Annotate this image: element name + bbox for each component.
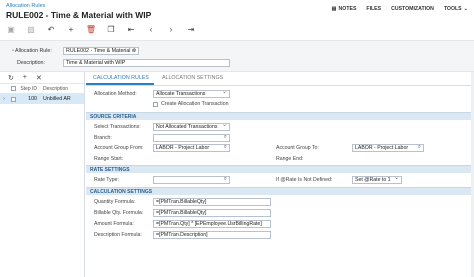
amount-formula-label: Amount Formula: bbox=[94, 221, 134, 227]
row-selector-icon: › bbox=[3, 96, 5, 102]
select-transactions-label: Select Transactions: bbox=[94, 124, 141, 130]
first-icon[interactable]: ⇤ bbox=[126, 24, 136, 34]
active-tab-indicator bbox=[86, 83, 154, 85]
amount-formula-field[interactable]: =[PMTran.Qty] * [EPEmployee.UsrBillingRa… bbox=[153, 220, 271, 228]
quantity-formula-label: Quantity Formula: bbox=[94, 199, 136, 205]
steps-grid-header: Step ID Description bbox=[0, 84, 84, 94]
description-header[interactable]: Description bbox=[40, 86, 84, 92]
range-end-label: Range End: bbox=[276, 156, 304, 162]
range-start-label: Range Start: bbox=[94, 156, 124, 162]
account-group-to-label: Account Group To: bbox=[276, 145, 319, 151]
allocation-rule-field[interactable]: RULE002 - Time & Material w bbox=[63, 47, 139, 55]
create-allocation-option[interactable]: Create Allocation Transaction bbox=[153, 101, 228, 107]
rate-type-label: Rate Type: bbox=[94, 177, 119, 183]
if-rate-label: If @Rate Is Not Defined: bbox=[276, 177, 333, 183]
description-formula-field[interactable]: =[PMTran.Description] bbox=[153, 231, 271, 239]
details-panel: CALCULATION RULES ALLOCATION SETTINGS Al… bbox=[86, 72, 474, 277]
files-button[interactable]: FILES bbox=[366, 6, 381, 12]
tab-bar: CALCULATION RULES ALLOCATION SETTINGS bbox=[86, 72, 474, 86]
account-group-from-field[interactable]: LABOR - Project Labor bbox=[153, 144, 230, 152]
allocation-method-select[interactable]: Allocate Transactions bbox=[153, 90, 230, 98]
select-all-checkbox[interactable] bbox=[10, 86, 16, 91]
save-close-icon[interactable]: ▧ bbox=[26, 24, 36, 34]
main-toolbar: ▣ ▧ ↶ + 🗑 ❐ ⇤ ‹ › ⇥ bbox=[0, 22, 474, 36]
steps-panel: ↻ + ✕ Step ID Description › 100 Unbilled… bbox=[0, 72, 85, 277]
account-group-to-field[interactable]: LABOR - Project Labor bbox=[352, 144, 424, 152]
prev-icon[interactable]: ‹ bbox=[146, 24, 156, 34]
section-rate-settings: RATE SETTINGS bbox=[86, 165, 474, 173]
table-row[interactable]: › 100 Unbilled AR bbox=[0, 94, 84, 104]
branch-label: Branch: bbox=[94, 135, 112, 141]
customization-button[interactable]: CUSTOMIZATION bbox=[391, 6, 434, 12]
step-id-cell[interactable]: 100 bbox=[18, 96, 40, 102]
tools-button[interactable]: TOOLS ⌄ bbox=[444, 6, 468, 12]
billable-qty-formula-field[interactable]: =[PMTran.BillableQty] bbox=[153, 209, 271, 217]
steps-toolbar: ↻ + ✕ bbox=[0, 72, 84, 84]
rate-type-field[interactable] bbox=[153, 176, 230, 184]
breadcrumb[interactable]: Allocation Rules bbox=[6, 3, 45, 9]
description-label: Description: bbox=[17, 60, 45, 66]
notes-icon: ▤ bbox=[331, 6, 337, 12]
if-rate-select[interactable]: Set @Rate to 1 bbox=[352, 176, 402, 184]
copy-icon[interactable]: ❐ bbox=[106, 24, 116, 34]
description-field[interactable]: Time & Material with WIP bbox=[63, 59, 230, 67]
page-header: Allocation Rules RULE002 - Time & Materi… bbox=[0, 0, 474, 20]
chevron-down-icon: ⌄ bbox=[463, 6, 468, 12]
section-source-criteria: SOURCE CRITERIA bbox=[86, 112, 474, 120]
branch-field[interactable] bbox=[153, 134, 230, 142]
undo-icon[interactable]: ↶ bbox=[46, 24, 56, 34]
section-calculation-settings: CALCULATION SETTINGS bbox=[86, 187, 474, 195]
billable-qty-formula-label: Billable Qty. Formula: bbox=[94, 210, 144, 216]
row-checkbox[interactable] bbox=[10, 96, 16, 102]
description-formula-label: Description Formula: bbox=[94, 232, 142, 238]
refresh-icon[interactable]: ↻ bbox=[8, 74, 14, 82]
step-id-header[interactable]: Step ID bbox=[18, 86, 40, 92]
tab-allocation-settings[interactable]: ALLOCATION SETTINGS bbox=[162, 75, 223, 81]
delete-icon[interactable]: 🗑 bbox=[86, 24, 96, 34]
select-transactions-select[interactable]: Not Allocated Transactions bbox=[153, 123, 230, 131]
last-icon[interactable]: ⇥ bbox=[186, 24, 196, 34]
description-cell[interactable]: Unbilled AR bbox=[40, 96, 84, 102]
delete-row-icon[interactable]: ✕ bbox=[36, 74, 42, 82]
add-row-icon[interactable]: + bbox=[23, 74, 27, 81]
account-group-from-label: Account Group From: bbox=[94, 145, 144, 151]
allocation-rule-label: • Allocation Rule: bbox=[12, 48, 52, 54]
tab-calculation-rules[interactable]: CALCULATION RULES bbox=[93, 75, 149, 81]
save-icon[interactable]: ▣ bbox=[6, 24, 16, 34]
create-allocation-checkbox[interactable] bbox=[153, 101, 158, 107]
next-icon[interactable]: › bbox=[166, 24, 176, 34]
summary-form: • Allocation Rule: RULE002 - Time & Mate… bbox=[0, 40, 474, 72]
quantity-formula-field[interactable]: =[PMTran.BillableQty] bbox=[153, 198, 271, 206]
allocation-method-label: Allocation Method: bbox=[94, 91, 137, 97]
add-icon[interactable]: + bbox=[66, 24, 76, 34]
page-title: RULE002 - Time & Material with WIP bbox=[6, 10, 152, 20]
notes-button[interactable]: ▤ NOTES bbox=[332, 6, 357, 12]
header-menu: ▤ NOTES FILES CUSTOMIZATION TOOLS ⌄ bbox=[332, 6, 468, 12]
